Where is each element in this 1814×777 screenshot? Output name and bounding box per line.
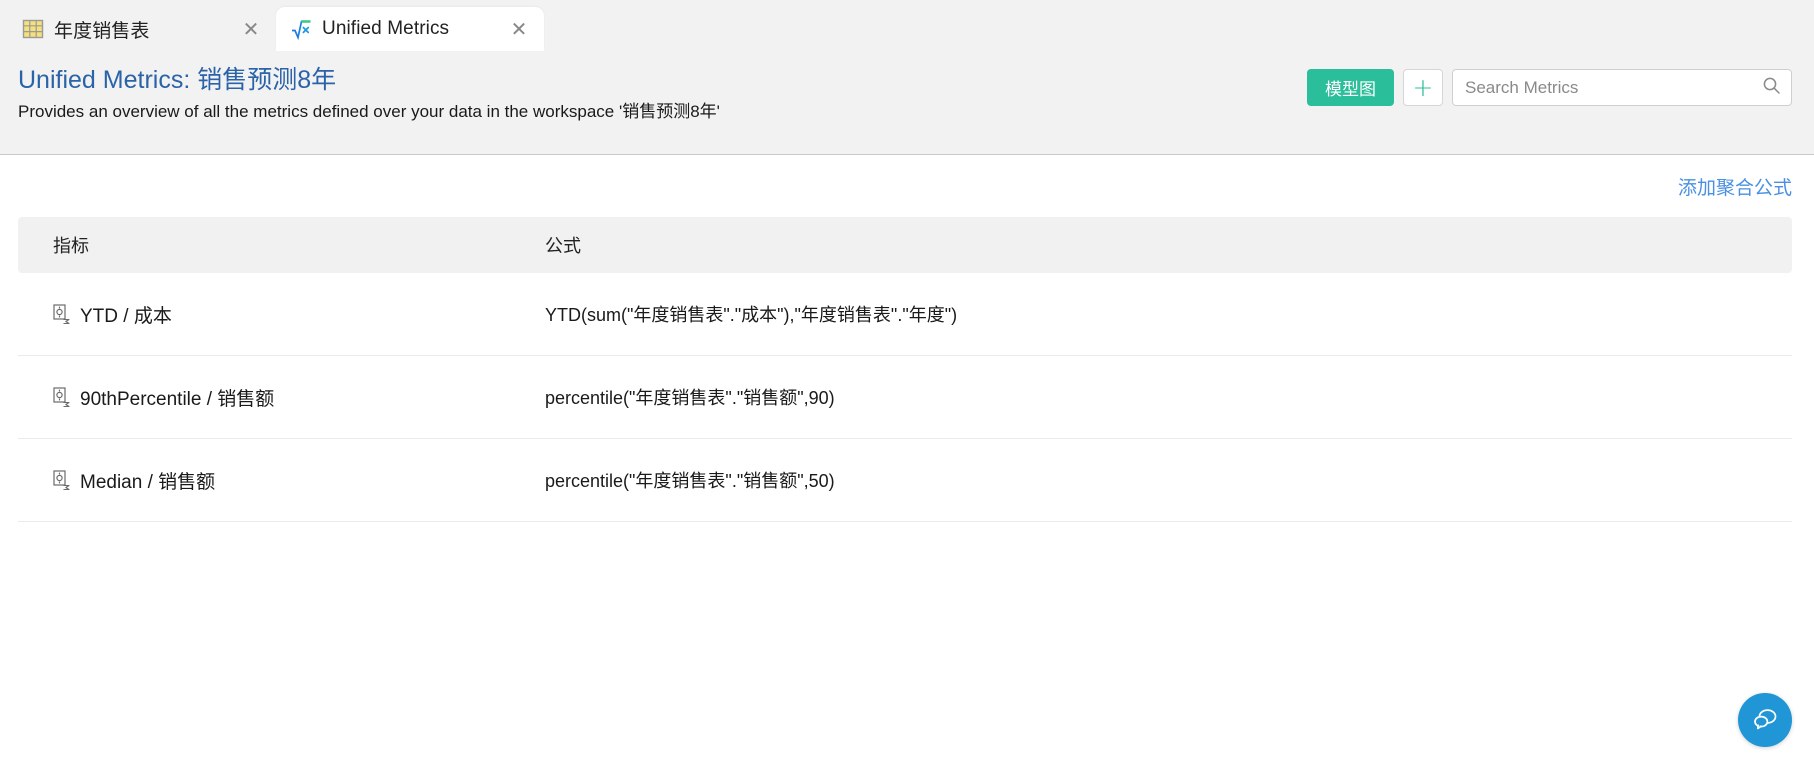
cell-metric-formula: percentile("年度销售表"."销售额",50) <box>545 471 835 491</box>
tab-bar: 年度销售表 ✕ Unified Metrics ✕ <box>0 0 1814 51</box>
table-grid-icon <box>22 18 44 40</box>
metric-measure-icon <box>53 304 70 324</box>
plus-icon: + <box>1412 73 1434 102</box>
support-chat-button[interactable] <box>1738 693 1792 747</box>
table-header-row: 指标 公式 <box>18 217 1792 273</box>
header-actions: 模型图 + <box>1307 69 1792 106</box>
tab-unified-metrics[interactable]: Unified Metrics ✕ <box>276 7 544 51</box>
metric-measure-icon <box>53 470 70 490</box>
tab-annual-sales-table[interactable]: 年度销售表 ✕ <box>8 7 276 51</box>
tab-label: Unified Metrics <box>322 18 450 39</box>
metrics-content: 添加聚合公式 指标 公式 YTD / 成本 YTD(sum("年度销售表"."成… <box>0 155 1814 776</box>
add-aggregate-formula-link[interactable]: 添加聚合公式 <box>1678 173 1792 200</box>
tab-label: 年度销售表 <box>54 20 150 42</box>
table-row[interactable]: 90thPercentile / 销售额 percentile("年度销售表".… <box>18 356 1792 439</box>
content-toolbar: 添加聚合公式 <box>18 155 1792 217</box>
metrics-table: 指标 公式 YTD / 成本 YTD(sum("年度销售表"."成本"),"年度… <box>18 217 1792 522</box>
column-header-formula: 公式 <box>545 236 581 256</box>
search-input[interactable] <box>1452 69 1792 106</box>
column-header-metric: 指标 <box>53 236 89 256</box>
metric-name-label: 90thPercentile / 销售额 <box>80 388 275 410</box>
model-diagram-button[interactable]: 模型图 <box>1307 69 1394 106</box>
add-metric-button[interactable]: + <box>1403 69 1443 106</box>
metric-name-label: Median / 销售额 <box>80 471 216 493</box>
table-row[interactable]: YTD / 成本 YTD(sum("年度销售表"."成本"),"年度销售表"."… <box>18 273 1792 356</box>
search-metrics-box[interactable] <box>1452 69 1792 106</box>
cell-metric-name: Median / 销售额 <box>18 467 545 494</box>
sqrt-fx-icon <box>290 18 312 40</box>
cell-metric-formula: percentile("年度销售表"."销售额",90) <box>545 388 835 408</box>
cell-metric-name: 90thPercentile / 销售额 <box>18 384 545 411</box>
chat-bubbles-icon <box>1750 704 1780 737</box>
metric-name-label: YTD / 成本 <box>80 305 172 327</box>
page-header: Unified Metrics: 销售预测8年 Provides an over… <box>0 51 1814 155</box>
tab-close-icon[interactable]: ✕ <box>242 19 260 39</box>
cell-metric-name: YTD / 成本 <box>18 301 545 328</box>
metric-measure-icon <box>53 387 70 407</box>
table-row[interactable]: Median / 销售额 percentile("年度销售表"."销售额",50… <box>18 439 1792 522</box>
cell-metric-formula: YTD(sum("年度销售表"."成本"),"年度销售表"."年度") <box>545 305 958 325</box>
tab-close-icon[interactable]: ✕ <box>510 19 528 39</box>
